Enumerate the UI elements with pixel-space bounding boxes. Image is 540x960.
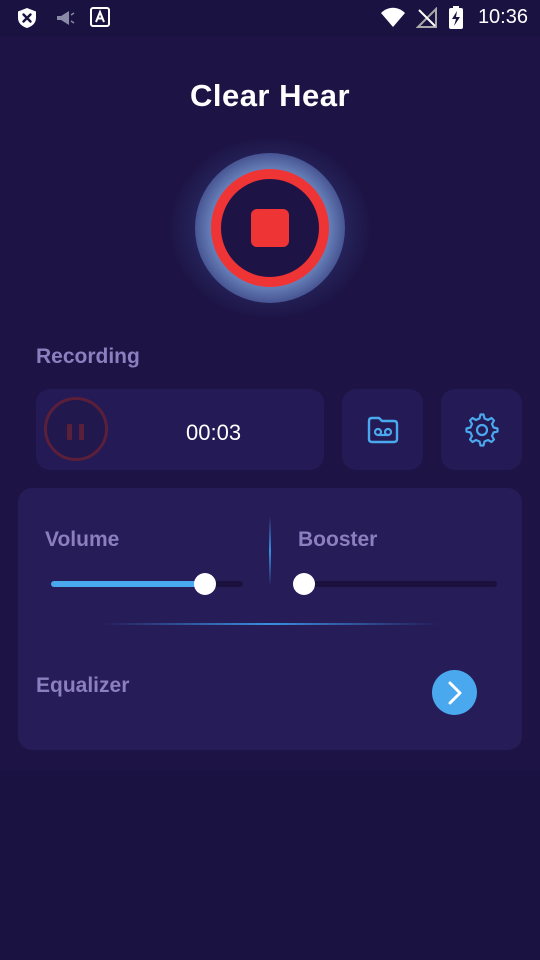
booster-slider[interactable] xyxy=(293,573,497,595)
text-a-icon xyxy=(90,7,110,32)
voicemail-folder-icon xyxy=(367,416,399,444)
app-title: Clear Hear xyxy=(189,78,351,113)
chevron-right-icon xyxy=(448,681,462,705)
settings-button[interactable] xyxy=(441,389,522,470)
vertical-divider xyxy=(269,516,271,586)
battery-charging-icon xyxy=(448,6,464,35)
volume-slider[interactable] xyxy=(51,573,243,595)
record-stop-button[interactable] xyxy=(211,169,329,287)
status-time: 10:36 xyxy=(477,6,528,28)
pause-button[interactable] xyxy=(44,397,108,461)
equalizer-button[interactable] xyxy=(432,670,477,715)
status-bar: 10:36 xyxy=(0,0,540,36)
booster-slider-thumb[interactable] xyxy=(293,573,315,595)
volume-label: Volume xyxy=(45,528,120,551)
recording-timer-card: 00:03 xyxy=(36,389,324,470)
volume-slider-fill xyxy=(51,581,205,587)
recordings-button[interactable] xyxy=(342,389,423,470)
recording-label: Recording xyxy=(36,345,140,368)
megaphone-icon xyxy=(54,7,76,34)
wifi-icon xyxy=(380,6,406,33)
gear-icon xyxy=(465,413,499,447)
booster-label: Booster xyxy=(298,528,378,551)
recording-timer: 00:03 xyxy=(186,420,242,445)
equalizer-label: Equalizer xyxy=(36,674,130,697)
shield-x-icon xyxy=(16,7,38,34)
stop-icon xyxy=(251,209,289,247)
horizontal-divider xyxy=(100,623,440,625)
bottom-area xyxy=(0,770,540,960)
no-signal-icon xyxy=(415,6,438,34)
volume-slider-thumb[interactable] xyxy=(194,573,216,595)
